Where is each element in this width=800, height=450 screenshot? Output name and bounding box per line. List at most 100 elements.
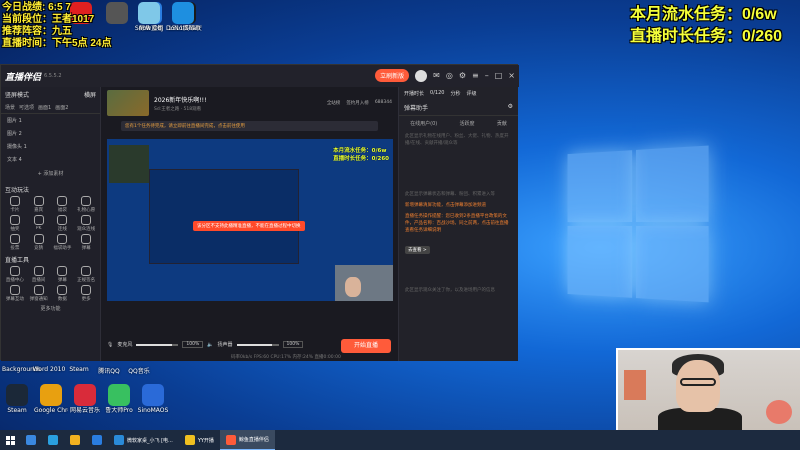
desktop-icon[interactable]: 网易云音乐 [68, 384, 102, 414]
scene-tab[interactable]: 场景 [5, 104, 15, 111]
interact-item[interactable]: 观众连线 [74, 215, 98, 232]
right-top-item[interactable]: 开播时长 [404, 90, 424, 97]
stream-task-overlay: 本月流水任务：0/6w 直播时长任务：0/260 [630, 4, 782, 48]
add-source-button[interactable]: + 添加素材 [1, 166, 100, 181]
task-reminder: 直播任务操作提醒：您已收到2条直播平台政策的文件，产品名称：百战沙场。同之前两，… [405, 214, 509, 233]
interact-item[interactable]: 福袋 [51, 196, 75, 213]
desktop-icon-label[interactable]: QQ音乐 [122, 366, 156, 375]
mode-switch[interactable]: 横屏 [84, 90, 96, 99]
right-top-item[interactable]: 分秒 [450, 90, 460, 97]
tool-item[interactable]: 弹幕 [51, 266, 75, 283]
danmu-tab[interactable]: 贡献 [497, 120, 507, 127]
taskbar-item[interactable]: YY开播 [179, 430, 220, 450]
interact-item[interactable]: 福袋助手 [51, 234, 75, 251]
view-task-link[interactable]: 去查看 > [405, 246, 430, 254]
live-title[interactable]: 2026新年快乐啊!!! [154, 95, 207, 104]
header-link[interactable]: 签约月入榜 [346, 100, 369, 106]
online-users-hint: 此区显示礼物在线用户、粉丝、大佬、礼物、热度开播/在线、贡献开播/观众等 [405, 134, 509, 146]
scene-tab[interactable]: 画面2 [55, 104, 68, 111]
close-icon[interactable]: × [508, 71, 515, 80]
right-top-item[interactable]: 0/120 [430, 90, 444, 97]
interact-item-label: 抽奖 [10, 227, 20, 232]
interact-item-label: 礼物心愿 [77, 208, 96, 213]
minimize-icon[interactable]: – [485, 71, 489, 80]
tool-item[interactable]: 数据 [51, 285, 75, 302]
danmu-tab[interactable]: 在线用户(0) [410, 120, 437, 127]
panel-settings-icon[interactable]: ⚙ [508, 103, 513, 112]
taskbar-item[interactable] [86, 430, 108, 450]
taskbar-item[interactable] [64, 430, 86, 450]
speaker-icon[interactable]: 🔈 [207, 342, 213, 348]
interact-item-icon [9, 196, 20, 206]
desktop-icon-label[interactable]: Word 2010 [32, 366, 66, 373]
desktop-icon-label[interactable]: Backgrounds [2, 366, 41, 373]
stats-line: 推荐阵容：九五 [2, 26, 72, 37]
right-top-item[interactable]: 评级 [466, 90, 476, 97]
mic-volume-slider[interactable] [136, 343, 179, 346]
tool-item[interactable]: 弹幕互动 [3, 285, 27, 302]
interact-item[interactable]: 礼物心愿 [74, 196, 98, 213]
microphone-icon[interactable]: 🎙 [107, 342, 113, 348]
interact-item[interactable]: 嘉宾 [27, 196, 51, 213]
live-cover-thumbnail[interactable] [107, 90, 149, 116]
menu-icon[interactable]: ≡ [472, 71, 479, 80]
taskbar-item[interactable] [42, 430, 64, 450]
desktop-icon-label[interactable]: Steam [62, 366, 96, 373]
task-notice[interactable]: 您有1个任务待完成，请立即前往直播间完成，点击前往使用 [121, 121, 378, 131]
header-link[interactable]: 688344 [375, 100, 392, 106]
tool-item[interactable]: 直播中心 [3, 266, 27, 283]
webcam-feed [616, 348, 800, 430]
app-icon [172, 2, 194, 24]
feature-notice[interactable]: 新增弹幕清屏功能，点击弹幕添加进频道 [399, 200, 518, 211]
tool-item[interactable]: 正规签名 [74, 266, 98, 283]
taskbar-item[interactable] [20, 430, 42, 450]
taskbar-item-label: 鲸鱼直播伴侣 [238, 437, 269, 443]
desktop-icon[interactable]: 鲁大师Pro [102, 384, 136, 414]
start-button[interactable] [0, 430, 20, 450]
taskbar-item[interactable]: 鲸鱼直播伴侣 [219, 430, 275, 450]
tool-item-label: 弹幕 [57, 278, 67, 283]
source-item[interactable]: 图片 2 [1, 127, 100, 140]
scene-tab[interactable]: 画面1 [38, 104, 51, 111]
interact-item[interactable]: 卡片 [3, 196, 27, 213]
interact-item[interactable]: PK [27, 215, 51, 232]
more-functions-button[interactable]: 更多功能 [1, 302, 100, 312]
tool-item[interactable]: 直播间 [27, 266, 51, 283]
taskbar-item[interactable]: 微软家桌_小飞 [电... [108, 430, 179, 450]
desktop-icon-label: DoNotShare [166, 25, 200, 32]
interact-item[interactable]: 投票 [3, 234, 27, 251]
maximize-icon[interactable]: □ [495, 71, 503, 80]
update-pill[interactable]: 立刷新版 [375, 69, 410, 82]
desktop-icon-label: Steam [7, 407, 27, 414]
preview-screen-capture [149, 169, 299, 264]
speaker-volume-slider[interactable] [236, 343, 279, 346]
tool-item[interactable]: 更多 [74, 285, 98, 302]
header-link[interactable]: 全站榜 [327, 100, 341, 106]
message-icon[interactable]: ✉ [433, 71, 440, 80]
desktop-icon[interactable]: Snow Obj [132, 2, 166, 32]
source-item[interactable]: 文本 4 [1, 153, 100, 166]
headset-icon[interactable]: ◎ [446, 71, 453, 80]
interact-item[interactable]: 连线 [51, 215, 75, 232]
desktop-icon-label[interactable]: 腾讯QQ [92, 366, 126, 375]
interact-item[interactable]: 竞猜 [27, 234, 51, 251]
desktop-icon[interactable]: Google Chrome [34, 384, 68, 414]
interact-item[interactable]: 抽奖 [3, 215, 27, 232]
speaker-volume-value[interactable]: 100% [282, 341, 304, 348]
danmu-tab[interactable]: 活跃度 [460, 120, 475, 127]
settings-icon[interactable]: ⚙ [459, 71, 466, 80]
source-item[interactable]: 摄像头 1 [1, 140, 100, 153]
tool-item[interactable]: 弹窗通知 [27, 285, 51, 302]
desktop-icon[interactable]: DoNotShare [166, 2, 200, 32]
desktop-icon[interactable]: SinoMAOS [136, 384, 170, 414]
interact-item-label: PK [35, 226, 42, 231]
start-live-button[interactable]: 开始直播 [341, 339, 391, 353]
app-icon [74, 384, 96, 406]
scene-tab[interactable]: 可选项 [19, 104, 34, 111]
desktop-icon[interactable]: Steam [0, 384, 34, 414]
taskbar-app-icon [184, 435, 195, 445]
source-item[interactable]: 图片 1 [1, 114, 100, 127]
interact-item[interactable]: 弹幕 [74, 234, 98, 251]
avatar[interactable] [415, 69, 428, 82]
mic-volume-value[interactable]: 100% [182, 341, 204, 348]
